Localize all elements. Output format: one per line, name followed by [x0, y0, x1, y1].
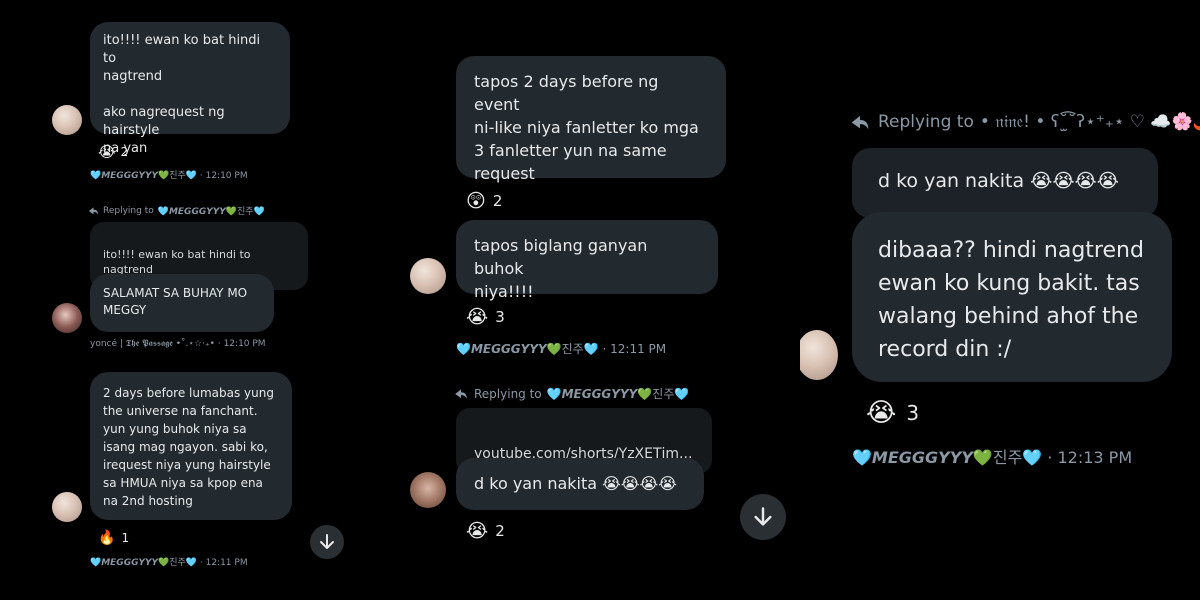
timestamp: · 12:11 PM: [602, 342, 667, 356]
arrow-down-icon: [754, 507, 772, 526]
avatar[interactable]: [52, 105, 82, 135]
avatar[interactable]: [410, 258, 446, 294]
avatar[interactable]: [52, 492, 82, 522]
reply-target-name[interactable]: • 𝔫𝔦𝔫𝔢! • ʕ˘̫͡˘ʔ⋆⁺₊⋆ ♡ ☁️🌸🌶️: [980, 112, 1200, 132]
sender-name[interactable]: 🩵𝙈𝙀𝙂𝙂𝙂𝙔𝙔𝙔💚진주🩵: [852, 448, 1042, 467]
timestamp: · 12:11 PM: [199, 558, 248, 568]
message-meta: 🩵𝙈𝙀𝙂𝙂𝙂𝙔𝙔𝙔💚진주🩵 · 12:11 PM: [90, 555, 248, 568]
message-bubble[interactable]: SALAMAT SA BUHAY MO MEGGY: [90, 274, 274, 332]
reaction-badge[interactable]: 😭 3: [866, 398, 919, 428]
scroll-down-button[interactable]: [310, 525, 344, 559]
avatar[interactable]: [800, 330, 838, 380]
sender-name[interactable]: 🩵𝙈𝙀𝙂𝙂𝙂𝙔𝙔𝙔💚진주🩵: [90, 171, 197, 181]
reply-arrow-icon: [88, 206, 99, 215]
astonished-emoji-icon: 😲: [466, 190, 486, 212]
chat-panel-left: ito!!!! ewan ko bat hindi to nagtrend ak…: [0, 0, 384, 600]
reply-label: Replying to: [878, 112, 974, 132]
timestamp: · 12:13 PM: [1047, 448, 1133, 467]
reaction-badge[interactable]: 🔥 1: [98, 530, 129, 546]
message-meta: 🩵𝙈𝙀𝙂𝙂𝙂𝙔𝙔𝙔💚진주🩵 · 12:11 PM: [456, 340, 666, 357]
message-meta: yoncé | 𝕿𝖍𝖊 𝕻𝖆𝖘𝖘𝖆𝖌𝖊 •˚.⋆☆‧₊• · 12:10 PM: [90, 339, 266, 349]
quoted-text: ito!!!! ewan ko bat hindi to nagtrend: [103, 248, 251, 276]
timestamp: · 12:10 PM: [199, 171, 248, 181]
reaction-count: 1: [121, 531, 130, 545]
reply-indicator[interactable]: Replying to 🩵𝙈𝙀𝙂𝙂𝙂𝙔𝙔𝙔💚진주🩵: [454, 385, 689, 402]
fire-emoji-icon: 🔥: [98, 530, 116, 546]
reaction-badge[interactable]: 😲 2: [466, 190, 502, 212]
reply-indicator[interactable]: Replying to 🩵𝙈𝙀𝙂𝙂𝙂𝙔𝙔𝙔💚진주🩵: [88, 204, 265, 217]
sender-name[interactable]: 🩵𝙈𝙀𝙂𝙂𝙂𝙔𝙔𝙔💚진주🩵: [90, 558, 197, 568]
reaction-count: 2: [492, 192, 503, 210]
reaction-count: 2: [495, 522, 505, 540]
sender-name[interactable]: 🩵𝙈𝙀𝙂𝙂𝙂𝙔𝙔𝙔💚진주🩵: [456, 342, 599, 356]
message-bubble[interactable]: dibaaa?? hindi nagtrend ewan ko kung bak…: [852, 212, 1172, 382]
crying-emoji-icon: 😭: [466, 306, 489, 328]
chat-panel-middle: tapos 2 days before ng event ni-like niy…: [390, 0, 810, 600]
message-bubble[interactable]: tapos 2 days before ng event ni-like niy…: [456, 56, 726, 183]
avatar[interactable]: [410, 472, 446, 508]
reaction-count: 3: [906, 401, 920, 425]
message-bubble[interactable]: d ko yan nakita 😭😭😭😭: [456, 458, 704, 510]
message-meta: 🩵𝙈𝙀𝙂𝙂𝙂𝙔𝙔𝙔💚진주🩵 · 12:10 PM: [90, 168, 248, 181]
message-bubble[interactable]: 2 days before lumabas yung the universe …: [90, 372, 292, 520]
chat-panel-right: Replying to • 𝔫𝔦𝔫𝔢! • ʕ˘̫͡˘ʔ⋆⁺₊⋆ ♡ ☁️🌸🌶️…: [800, 0, 1200, 600]
reaction-badge[interactable]: 😭 2: [98, 143, 128, 161]
crying-emoji-icon: 😭: [866, 398, 897, 428]
reaction-count: 2: [120, 145, 129, 159]
reply-indicator[interactable]: Replying to • 𝔫𝔦𝔫𝔢! • ʕ˘̫͡˘ʔ⋆⁺₊⋆ ♡ ☁️🌸🌶️: [850, 112, 1200, 132]
timestamp: · 12:10 PM: [217, 339, 266, 349]
reply-target-name[interactable]: 🩵𝙈𝙀𝙂𝙂𝙂𝙔𝙔𝙔💚진주🩵: [158, 204, 265, 217]
reply-arrow-icon: [851, 115, 869, 129]
reply-arrow-icon: [455, 388, 467, 399]
message-bubble[interactable]: ito!!!! ewan ko bat hindi to nagtrend ak…: [90, 22, 290, 156]
crying-emoji-icon: 😭: [98, 143, 116, 161]
reaction-badge[interactable]: 😭 2: [466, 520, 505, 542]
reply-label: Replying to: [103, 205, 154, 216]
message-bubble[interactable]: tapos biglang ganyan buhok niya!!!!: [456, 220, 718, 301]
reply-target-name[interactable]: 🩵𝙈𝙀𝙂𝙂𝙂𝙔𝙔𝙔💚진주🩵: [547, 385, 690, 402]
sender-name[interactable]: yoncé | 𝕿𝖍𝖊 𝕻𝖆𝖘𝖘𝖆𝖌𝖊 •˚.⋆☆‧₊•: [90, 339, 215, 349]
message-bubble[interactable]: d ko yan nakita 😭😭😭😭: [852, 148, 1158, 218]
reaction-badge[interactable]: 😭 3: [466, 306, 505, 328]
reply-label: Replying to: [474, 386, 542, 401]
scroll-down-button[interactable]: [740, 494, 786, 540]
reaction-count: 3: [495, 308, 505, 326]
message-meta: 🩵𝙈𝙀𝙂𝙂𝙂𝙔𝙔𝙔💚진주🩵 · 12:13 PM: [852, 444, 1132, 468]
crying-emoji-icon: 😭: [466, 520, 489, 542]
arrow-down-icon: [320, 534, 334, 549]
avatar[interactable]: [52, 303, 82, 333]
